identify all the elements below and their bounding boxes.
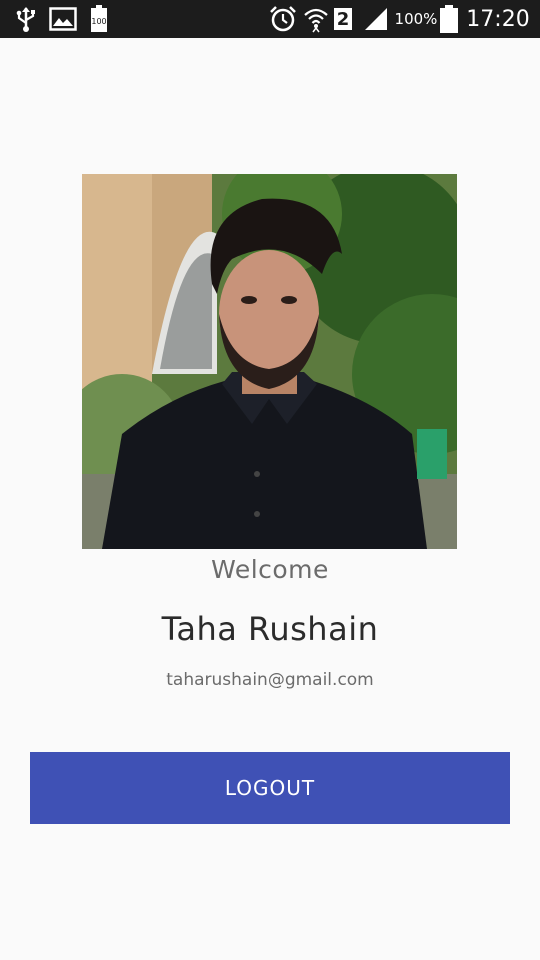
profile-photo xyxy=(82,174,457,549)
usb-icon xyxy=(12,0,40,38)
welcome-label: Welcome xyxy=(211,555,329,584)
logout-button[interactable]: LOGOUT xyxy=(30,752,510,824)
clock: 17:20 xyxy=(466,6,530,32)
status-bar: 100 2 100% 17:20 xyxy=(0,0,540,38)
signal-icon xyxy=(362,0,390,38)
image-icon xyxy=(48,0,78,38)
sim-slot-label: 2 xyxy=(336,8,350,30)
user-name: Taha Rushain xyxy=(161,610,379,648)
battery-small-label: 100 xyxy=(91,16,107,26)
battery-percent: 100% xyxy=(394,10,438,28)
alarm-icon xyxy=(268,0,298,38)
battery-icon xyxy=(438,0,460,38)
user-email: taharushain@gmail.com xyxy=(166,670,374,690)
wifi-icon xyxy=(302,0,330,38)
